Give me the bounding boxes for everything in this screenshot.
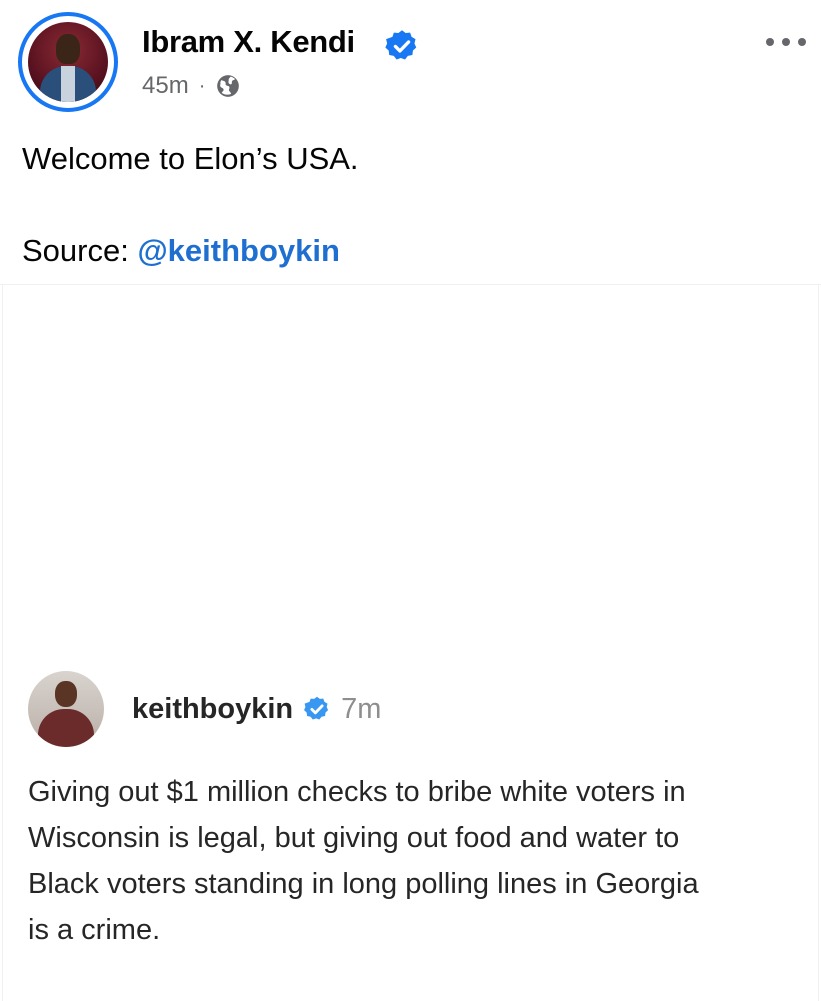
- author-avatar-image: [28, 22, 108, 102]
- verified-badge-icon: [385, 30, 417, 60]
- more-options-button[interactable]: [766, 30, 806, 54]
- meta-separator: ·: [198, 74, 206, 97]
- quote-text-line: Wisconsin is legal, but giving out food …: [28, 822, 680, 854]
- post-header: Ibram X. Kendi 45m ·: [0, 0, 821, 130]
- quote-time: 7m: [341, 692, 382, 725]
- post-time[interactable]: 45m: [142, 72, 189, 100]
- author-avatar[interactable]: [18, 12, 118, 112]
- verified-badge-icon: [304, 696, 329, 720]
- post-text: Welcome to Elon’s USA. Source: @keithboy…: [22, 136, 802, 274]
- post-text-line: Welcome to Elon’s USA.: [22, 141, 359, 176]
- quote-username: keithboykin: [132, 692, 294, 725]
- post-meta: 45m ·: [142, 70, 241, 102]
- quote-text: Giving out $1 million checks to bribe wh…: [28, 769, 808, 953]
- quote-text-line: Giving out $1 million checks to bribe wh…: [28, 776, 686, 808]
- post-source-line: Source: @keithboykin: [22, 228, 802, 274]
- quote-text-line: Black voters standing in long polling li…: [28, 868, 699, 900]
- source-mention-link[interactable]: @keithboykin: [137, 233, 339, 268]
- globe-icon: [217, 75, 240, 97]
- author-name[interactable]: Ibram X. Kendi: [142, 24, 355, 60]
- quote-author-avatar: [28, 671, 104, 747]
- source-label: Source:: [22, 233, 138, 268]
- more-options-icon: [766, 38, 774, 46]
- quote-header: keithboykin 7m: [132, 691, 381, 727]
- post-media-image[interactable]: keithboykin 7m Giving out $1 million che…: [0, 284, 821, 1001]
- quote-text-line: is a crime.: [28, 914, 161, 946]
